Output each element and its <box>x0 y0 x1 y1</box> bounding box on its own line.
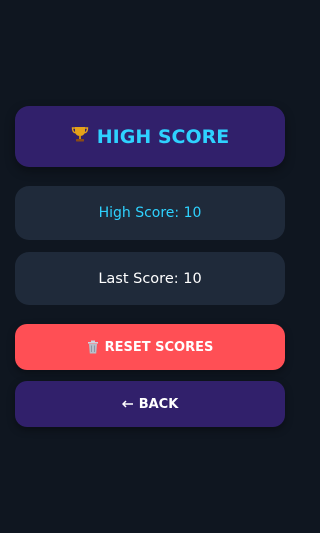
title-label: HIGH SCORE <box>96 125 230 148</box>
page-title: HIGH SCORE <box>71 125 229 148</box>
high-score-text: High Score: 10 <box>98 205 202 221</box>
back-content: BACK <box>121 396 179 412</box>
title-card: HIGH SCORE <box>15 106 285 167</box>
reset-scores-content: RESET SCORES <box>87 339 214 355</box>
trash-icon <box>87 340 99 354</box>
reset-scores-label: RESET SCORES <box>104 339 214 355</box>
last-score-text: Last Score: 10 <box>98 270 202 287</box>
back-button[interactable]: BACK <box>15 381 285 427</box>
last-score-card: Last Score: 10 <box>15 252 285 305</box>
high-score-screen: HIGH SCORE High Score: 10 Last Score: 10… <box>0 0 300 533</box>
back-label: BACK <box>138 396 179 412</box>
back-arrow-icon <box>121 397 134 411</box>
high-score-card: High Score: 10 <box>15 186 285 240</box>
trophy-icon <box>71 125 89 148</box>
reset-scores-button[interactable]: RESET SCORES <box>15 324 285 370</box>
